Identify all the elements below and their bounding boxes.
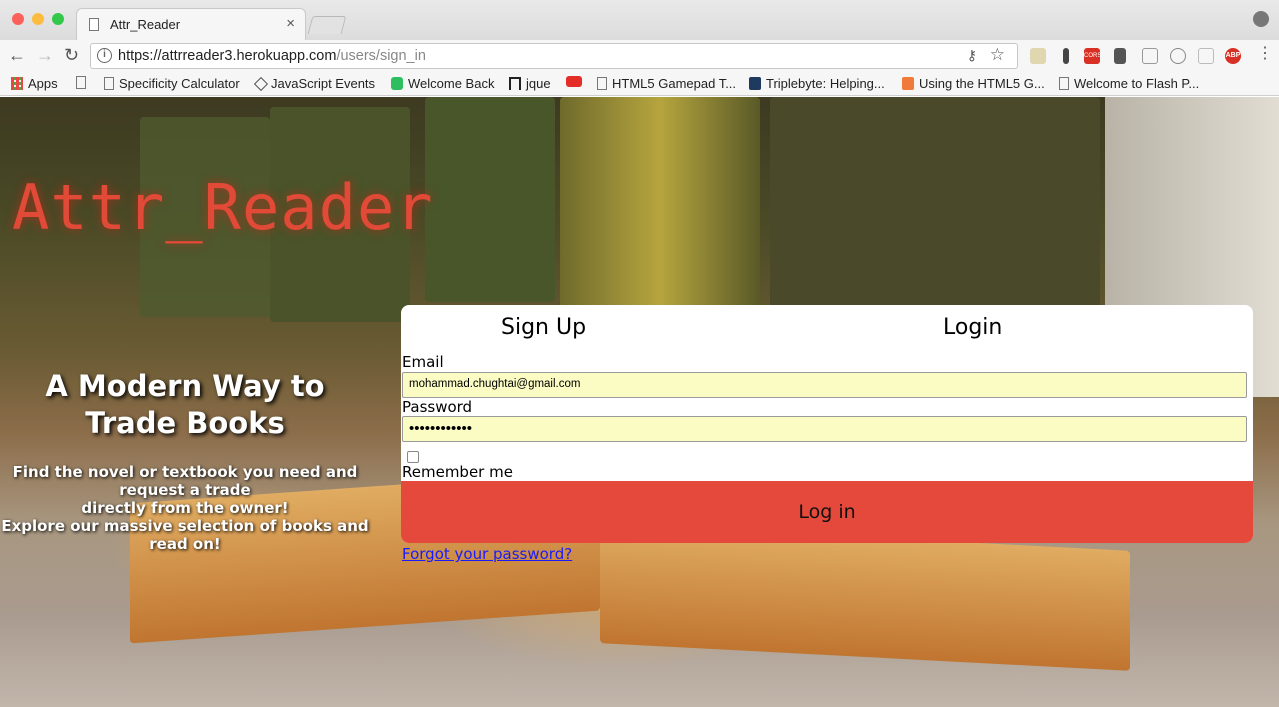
bookmark-label: Welcome Back bbox=[408, 76, 495, 91]
remember-me-checkbox[interactable] bbox=[407, 451, 419, 463]
bookmark-blank[interactable] bbox=[76, 76, 86, 89]
bookmark-js-events[interactable]: JavaScript Events bbox=[253, 76, 376, 91]
url-text: https://attrreader3.herokuapp.com/users/… bbox=[118, 48, 426, 64]
browser-toolbar: ← → ↻ i https://attrreader3.herokuapp.co… bbox=[0, 40, 1279, 72]
hero-subtext-line: directly from the owner! bbox=[81, 499, 289, 517]
bookmark-specificity[interactable]: Specificity Calculator bbox=[104, 76, 240, 91]
bookmark-jque[interactable]: jque bbox=[509, 76, 551, 91]
youtube-icon bbox=[566, 76, 582, 87]
profile-icon[interactable] bbox=[1253, 11, 1269, 27]
auth-card: Sign Up Login Email mohammad.chughtai@gm… bbox=[401, 305, 1253, 543]
hero-headline: A Modern Way to Trade Books bbox=[45, 369, 325, 440]
tab-title: Attr_Reader bbox=[110, 17, 181, 32]
menu-dots-icon[interactable]: ⋮ bbox=[1257, 43, 1273, 63]
new-tab-button[interactable] bbox=[307, 16, 347, 34]
forward-icon[interactable]: → bbox=[36, 45, 54, 66]
background-hedge bbox=[425, 97, 555, 302]
bookmark-label: Triplebyte: Helping... bbox=[766, 76, 885, 91]
password-label: Password bbox=[402, 398, 473, 416]
bookmarks-bar: Apps Specificity Calculator JavaScript E… bbox=[0, 72, 1279, 96]
minimize-window-button[interactable] bbox=[32, 13, 44, 25]
email-field[interactable]: mohammad.chughtai@gmail.com bbox=[402, 372, 1247, 398]
bookmark-label: Using the HTML5 G... bbox=[919, 76, 1045, 91]
pen-icon[interactable] bbox=[1063, 48, 1069, 64]
email-label: Email bbox=[402, 353, 444, 371]
bookmark-star-icon[interactable]: ☆ bbox=[990, 45, 1005, 65]
triplebyte-icon bbox=[749, 77, 761, 90]
bookmark-gamepad[interactable]: HTML5 Gamepad T... bbox=[597, 76, 736, 91]
key-icon[interactable]: ⚷ bbox=[967, 47, 977, 64]
bookmark-youtube[interactable] bbox=[566, 76, 582, 87]
tab-login[interactable]: Login bbox=[943, 315, 1002, 340]
url-path: /users/sign_in bbox=[336, 48, 426, 64]
eyedropper-icon[interactable] bbox=[1114, 48, 1126, 64]
bookmark-label: HTML5 Gamepad T... bbox=[612, 76, 737, 91]
page-content: Attr_Reader A Modern Way to Trade Books … bbox=[0, 97, 1279, 707]
background-hedge bbox=[560, 97, 760, 312]
page-icon bbox=[76, 76, 86, 89]
evernote-icon bbox=[391, 77, 403, 90]
bookmark-html5-g[interactable]: Using the HTML5 G... bbox=[902, 76, 1045, 91]
bookmark-label: Apps bbox=[28, 76, 58, 91]
back-icon[interactable]: ← bbox=[8, 45, 26, 66]
hero-subtext-line: Explore our massive selection of books a… bbox=[1, 517, 369, 553]
bookmark-label: Specificity Calculator bbox=[119, 76, 240, 91]
tab-close-icon[interactable]: × bbox=[286, 15, 295, 32]
jquery-icon bbox=[509, 77, 521, 90]
bookmark-apps[interactable]: Apps bbox=[11, 76, 58, 91]
page-icon bbox=[104, 77, 114, 90]
bookmark-flash[interactable]: Welcome to Flash P... bbox=[1059, 76, 1199, 91]
address-bar[interactable]: i https://attrreader3.herokuapp.com/user… bbox=[90, 43, 1018, 69]
diamond-icon bbox=[253, 76, 269, 91]
remember-me-label: Remember me bbox=[402, 463, 513, 481]
bookmark-label: jque bbox=[526, 76, 551, 91]
refresh-extension-icon[interactable] bbox=[1170, 48, 1186, 64]
hero-subtext: Find the novel or textbook you need and … bbox=[0, 463, 370, 553]
login-button[interactable]: Log in bbox=[401, 481, 1253, 543]
tab-sign-up[interactable]: Sign Up bbox=[501, 315, 586, 340]
bookmark-label: JavaScript Events bbox=[271, 76, 376, 91]
list-extension-icon[interactable] bbox=[1198, 48, 1214, 64]
auth-tabs: Sign Up Login bbox=[401, 305, 1253, 351]
window-controls bbox=[12, 13, 64, 25]
apps-grid-icon bbox=[11, 77, 23, 90]
maximize-window-button[interactable] bbox=[52, 13, 64, 25]
url-host: https://attrreader3.herokuapp.com bbox=[118, 48, 337, 64]
hero-subtext-line: Find the novel or textbook you need and … bbox=[12, 463, 358, 499]
background-hedge bbox=[770, 97, 1100, 307]
forgot-password-link[interactable]: Forgot your password? bbox=[402, 545, 572, 563]
reload-icon[interactable]: ↻ bbox=[64, 45, 79, 66]
site-info-icon[interactable]: i bbox=[97, 48, 112, 63]
page-icon bbox=[89, 18, 99, 31]
background-book-right bbox=[600, 523, 1130, 671]
bookmark-triplebyte[interactable]: Triplebyte: Helping... bbox=[749, 76, 885, 91]
page-icon bbox=[597, 77, 607, 90]
close-window-button[interactable] bbox=[12, 13, 24, 25]
extension-icon[interactable] bbox=[1030, 48, 1046, 64]
browser-tab-active[interactable]: Attr_Reader × bbox=[76, 8, 306, 40]
grid-extension-icon[interactable] bbox=[1142, 48, 1158, 64]
page-icon bbox=[1059, 77, 1069, 90]
plus-icon bbox=[902, 77, 914, 90]
bookmark-label: Welcome to Flash P... bbox=[1074, 76, 1200, 91]
bookmark-welcome-back[interactable]: Welcome Back bbox=[391, 76, 494, 91]
cors-extension-icon[interactable]: CORS bbox=[1084, 48, 1101, 64]
password-field[interactable]: •••••••••••• bbox=[402, 416, 1247, 442]
browser-titlebar: Attr_Reader × bbox=[0, 0, 1279, 40]
site-logo: Attr_Reader bbox=[12, 171, 434, 244]
adblock-icon[interactable]: ABP bbox=[1225, 48, 1241, 64]
